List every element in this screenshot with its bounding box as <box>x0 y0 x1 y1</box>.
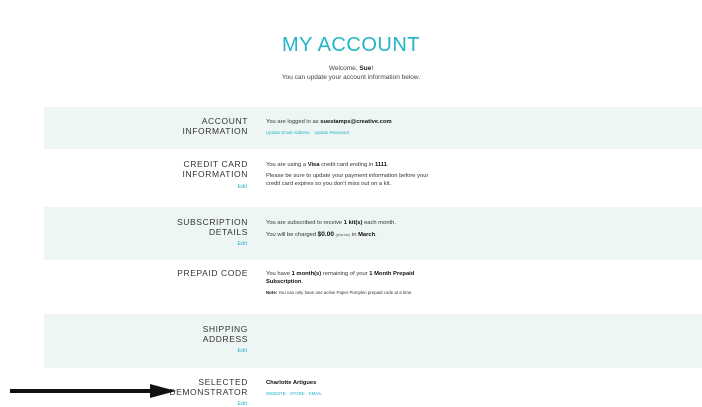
prepaid-code-section: PREPAID CODE You have 1 month(s) remaini… <box>44 260 702 314</box>
account-information-label: ACCOUNT INFORMATION <box>182 116 248 136</box>
welcome-subtitle: You can update your account information … <box>281 74 421 81</box>
subscription-content: You are subscribed to receive 1 kit(s) e… <box>266 219 566 239</box>
link-separator: · <box>287 391 289 396</box>
account-email: suestamps@creative.com <box>320 119 392 125</box>
prepaid-remaining-text: You have 1 month(s) remaining of your 1 … <box>266 271 415 285</box>
shipping-address-label: SHIPPING ADDRESS <box>202 324 248 344</box>
shipping-address-edit-link[interactable]: Edit <box>44 348 247 354</box>
welcome-suffix: ! <box>371 65 374 72</box>
shipping-address-section: SHIPPING ADDRESS Edit <box>44 314 702 368</box>
link-separator: · <box>305 391 308 396</box>
user-name: Sue <box>359 65 372 72</box>
subscription-section: SUBSCRIPTION DETAILS Edit You are subscri… <box>44 207 702 260</box>
subscription-charge-text: You will be charged $0.00 (plus tax) in … <box>266 231 377 238</box>
logged-in-text: You are logged in as suestamps@creative.… <box>266 119 392 125</box>
prepaid-code-content: You have 1 month(s) remaining of your 1 … <box>266 270 566 297</box>
demonstrator-edit-link[interactable]: Edit <box>44 401 247 407</box>
card-expiry-reminder: Please be sure to update your payment in… <box>266 173 429 187</box>
prepaid-code-label: PREPAID CODE <box>177 268 248 278</box>
account-information-section: ACCOUNT INFORMATION You are logged in as … <box>44 107 702 149</box>
demonstrator-website-link[interactable]: WEBSITE <box>266 391 286 396</box>
subscription-kits-text: You are subscribed to receive 1 kit(s) e… <box>266 220 396 226</box>
pointer-arrow-icon <box>10 384 176 398</box>
update-password-link[interactable]: Update Password <box>314 130 349 135</box>
demonstrator-content: Charlotte Artigues WEBSITE · STORE · EMA… <box>266 379 566 398</box>
credit-card-section: CREDIT CARD INFORMATION Edit You are usin… <box>44 149 702 207</box>
subscription-edit-link[interactable]: Edit <box>44 241 247 247</box>
update-email-link[interactable]: Update Email Address <box>266 130 309 135</box>
demonstrator-store-link[interactable]: STORE <box>290 391 305 396</box>
credit-card-content: You are using a Visa credit card ending … <box>266 161 566 188</box>
demonstrator-email-link[interactable]: EMAIL <box>309 391 322 396</box>
credit-card-edit-link[interactable]: Edit <box>44 184 247 190</box>
welcome-message: Welcome, Sue! You can update your accoun… <box>0 64 702 82</box>
prepaid-note: Note: You can only have one active Paper… <box>266 290 413 295</box>
card-usage-text: You are using a Visa credit card ending … <box>266 162 389 168</box>
page-title: MY ACCOUNT <box>282 34 420 56</box>
welcome-prefix: Welcome, <box>328 65 360 72</box>
demonstrator-name: Charlotte Artigues <box>266 380 317 386</box>
subscription-label: SUBSCRIPTION DETAILS <box>177 217 248 237</box>
credit-card-label: CREDIT CARD INFORMATION <box>182 159 248 179</box>
account-information-content: You are logged in as suestamps@creative.… <box>266 118 566 137</box>
